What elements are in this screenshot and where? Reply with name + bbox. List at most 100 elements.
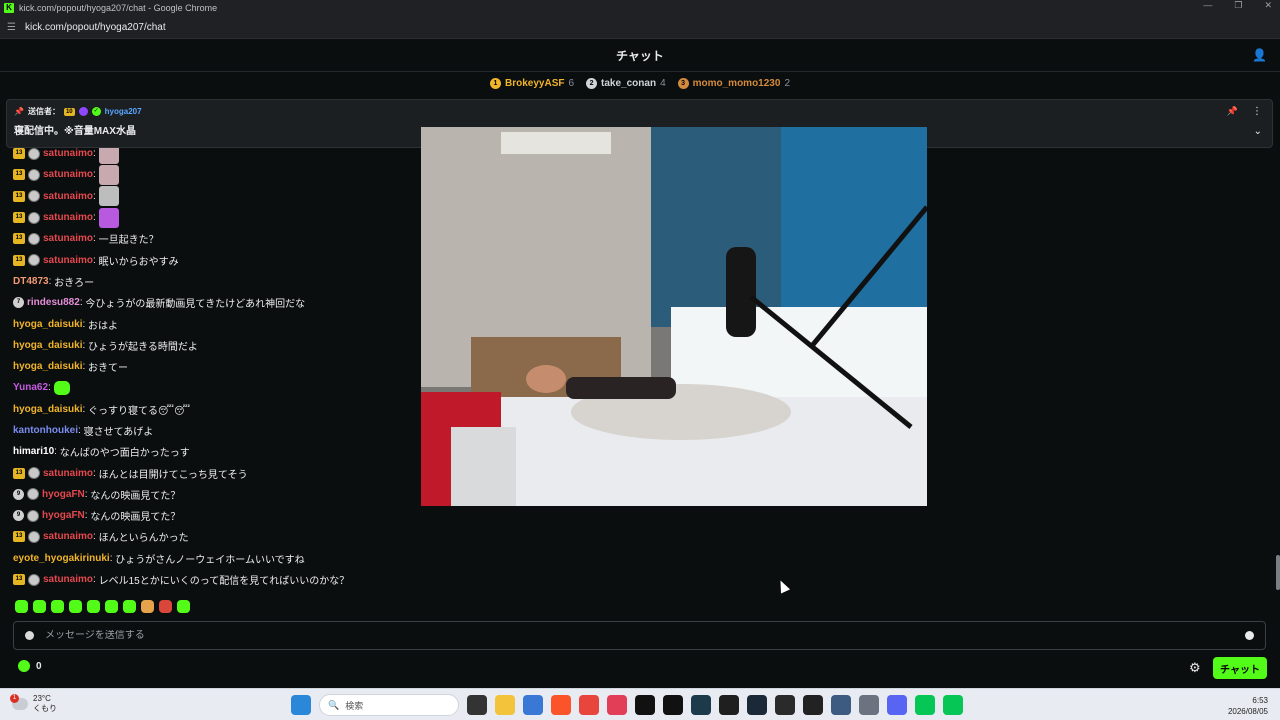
app-icon[interactable]: [523, 695, 543, 715]
avatar-badge-icon: [28, 573, 40, 586]
verified-badge-icon: ✓: [91, 107, 101, 116]
emote-button[interactable]: [69, 600, 82, 613]
chat-username[interactable]: satunaimo: [43, 169, 93, 180]
app-icon[interactable]: [607, 695, 627, 715]
avatar-badge-icon: [28, 254, 40, 267]
chat-settings-gear-icon[interactable]: ⚙: [1189, 660, 1201, 676]
chat-message: himari10: なんばのやつ面白かったっす: [13, 441, 413, 462]
emote-button[interactable]: [33, 600, 46, 613]
chat-username[interactable]: satunaimo: [43, 574, 93, 585]
unpin-icon[interactable]: 📌: [1227, 106, 1238, 117]
app-icon[interactable]: [663, 695, 683, 715]
chat-input-box[interactable]: [13, 621, 1266, 650]
brave-browser-icon[interactable]: [551, 695, 571, 715]
emote-button[interactable]: [87, 600, 100, 613]
subscriber-badge: 13: [13, 190, 25, 202]
chat-message-text: なんの映画見てた？: [90, 490, 181, 502]
avatar-badge-icon: [28, 530, 40, 543]
line-icon[interactable]: [915, 695, 935, 715]
broadcaster-badge-icon: [78, 107, 88, 116]
url-text[interactable]: kick.com/popout/hyoga207/chat: [25, 22, 166, 33]
weather-widget[interactable]: 1 23°C くもり: [10, 694, 57, 714]
taskbar-search[interactable]: 🔍 検索: [319, 694, 459, 716]
app-icon[interactable]: [719, 695, 739, 715]
chat-username[interactable]: himari10: [13, 446, 54, 457]
chat-message-input[interactable]: [45, 630, 1245, 641]
system-clock[interactable]: 6:53 2026/08/05: [1228, 695, 1268, 717]
chevron-down-icon[interactable]: ⌄: [1254, 126, 1262, 137]
page-scrollbar[interactable]: [1276, 555, 1280, 590]
windows-start-icon[interactable]: [291, 695, 311, 715]
chat-message-text: レベル15とかにいくのって配信を見てればいいのかな？: [98, 576, 350, 588]
restore-button[interactable]: ❐: [1234, 0, 1242, 11]
emote-image: [53, 380, 70, 395]
user-list-icon[interactable]: 👤: [1252, 48, 1268, 64]
chat-username[interactable]: hyoga_daisuki: [13, 404, 82, 415]
chat-message: Yuna62:: [13, 377, 413, 398]
colon-separator: :: [48, 382, 54, 394]
pinned-username[interactable]: hyoga207: [105, 107, 142, 116]
chat-username[interactable]: Yuna62: [13, 382, 48, 393]
rank-badge-icon: 3: [677, 77, 689, 89]
emote-button[interactable]: [159, 600, 172, 613]
channel-points[interactable]: 0: [18, 660, 42, 672]
stream-video-overlay[interactable]: [421, 127, 927, 506]
windows-taskbar: 1 23°C くもり 🔍 検索 6:53 2026/08/05: [0, 688, 1280, 720]
window-controls: — ❐ ✕: [1203, 0, 1272, 11]
emote-button[interactable]: [105, 600, 118, 613]
subscriber-badge: 13: [13, 169, 25, 181]
chat-message: 13 satunaimo:: [13, 164, 413, 185]
chrome-icon[interactable]: [579, 695, 599, 715]
leaderboard-item[interactable]: 3 momo_momo1230 2: [677, 77, 790, 89]
chat-message-text: ひょうが起きる時間だよ: [88, 341, 198, 353]
leaderboard-item[interactable]: 1 BrokeyyASF 6: [490, 77, 574, 89]
steam-icon[interactable]: [747, 695, 767, 715]
chat-username[interactable]: hyogaFN: [42, 489, 85, 500]
app-icon[interactable]: [691, 695, 711, 715]
chat-message-text: おはよ: [88, 320, 119, 332]
kick-logo-icon: K: [4, 3, 14, 13]
app-icon[interactable]: [775, 695, 795, 715]
chat-message: DT4873: おきろー: [13, 271, 413, 292]
subscriber-badge: 13: [13, 212, 25, 224]
chat-username[interactable]: satunaimo: [43, 212, 93, 223]
settings-icon[interactable]: [859, 695, 879, 715]
more-options-icon[interactable]: ⋮: [1252, 106, 1262, 117]
chat-username[interactable]: satunaimo: [43, 255, 93, 266]
chat-message: 7 rindesu882: 今ひょうがの最新動画見てきたけどあれ神回だな: [13, 292, 413, 313]
emote-button[interactable]: [141, 600, 154, 613]
chat-username[interactable]: rindesu882: [27, 297, 80, 308]
emote-button[interactable]: [15, 600, 28, 613]
minimize-button[interactable]: —: [1203, 0, 1212, 11]
line-icon[interactable]: [943, 695, 963, 715]
file-explorer-icon[interactable]: [495, 695, 515, 715]
leaderboard-item[interactable]: 2 take_conan 4: [586, 77, 666, 89]
site-settings-icon[interactable]: ☰: [7, 22, 21, 33]
chat-username[interactable]: satunaimo: [43, 468, 93, 479]
send-chat-button[interactable]: チャット: [1213, 657, 1267, 679]
task-view-icon[interactable]: [467, 695, 487, 715]
emote-button[interactable]: [51, 600, 64, 613]
chat-username[interactable]: hyoga_daisuki: [13, 340, 82, 351]
emoji-picker-icon[interactable]: [1245, 631, 1254, 640]
chat-header: チャット 👤: [0, 39, 1280, 72]
chat-username[interactable]: satunaimo: [43, 191, 93, 202]
emote-button[interactable]: [177, 600, 190, 613]
chat-username[interactable]: satunaimo: [43, 233, 93, 244]
app-icon[interactable]: [831, 695, 851, 715]
chat-username[interactable]: kantonhoukei: [13, 425, 78, 436]
emote-button[interactable]: [123, 600, 136, 613]
chat-username[interactable]: DT4873: [13, 276, 49, 287]
chat-username[interactable]: satunaimo: [43, 148, 93, 159]
obs-icon[interactable]: [803, 695, 823, 715]
chat-username[interactable]: hyogaFN: [42, 510, 85, 521]
chat-username[interactable]: hyoga_daisuki: [13, 361, 82, 372]
close-button[interactable]: ✕: [1264, 0, 1272, 11]
colon-separator: :: [93, 212, 99, 224]
chat-username[interactable]: hyoga_daisuki: [13, 319, 82, 330]
tiktok-icon[interactable]: [635, 695, 655, 715]
discord-icon[interactable]: [887, 695, 907, 715]
chat-username[interactable]: satunaimo: [43, 531, 93, 542]
address-bar[interactable]: ☰ kick.com/popout/hyoga207/chat: [0, 16, 1280, 39]
chat-username[interactable]: eyote_hyogakirinuki: [13, 553, 110, 564]
